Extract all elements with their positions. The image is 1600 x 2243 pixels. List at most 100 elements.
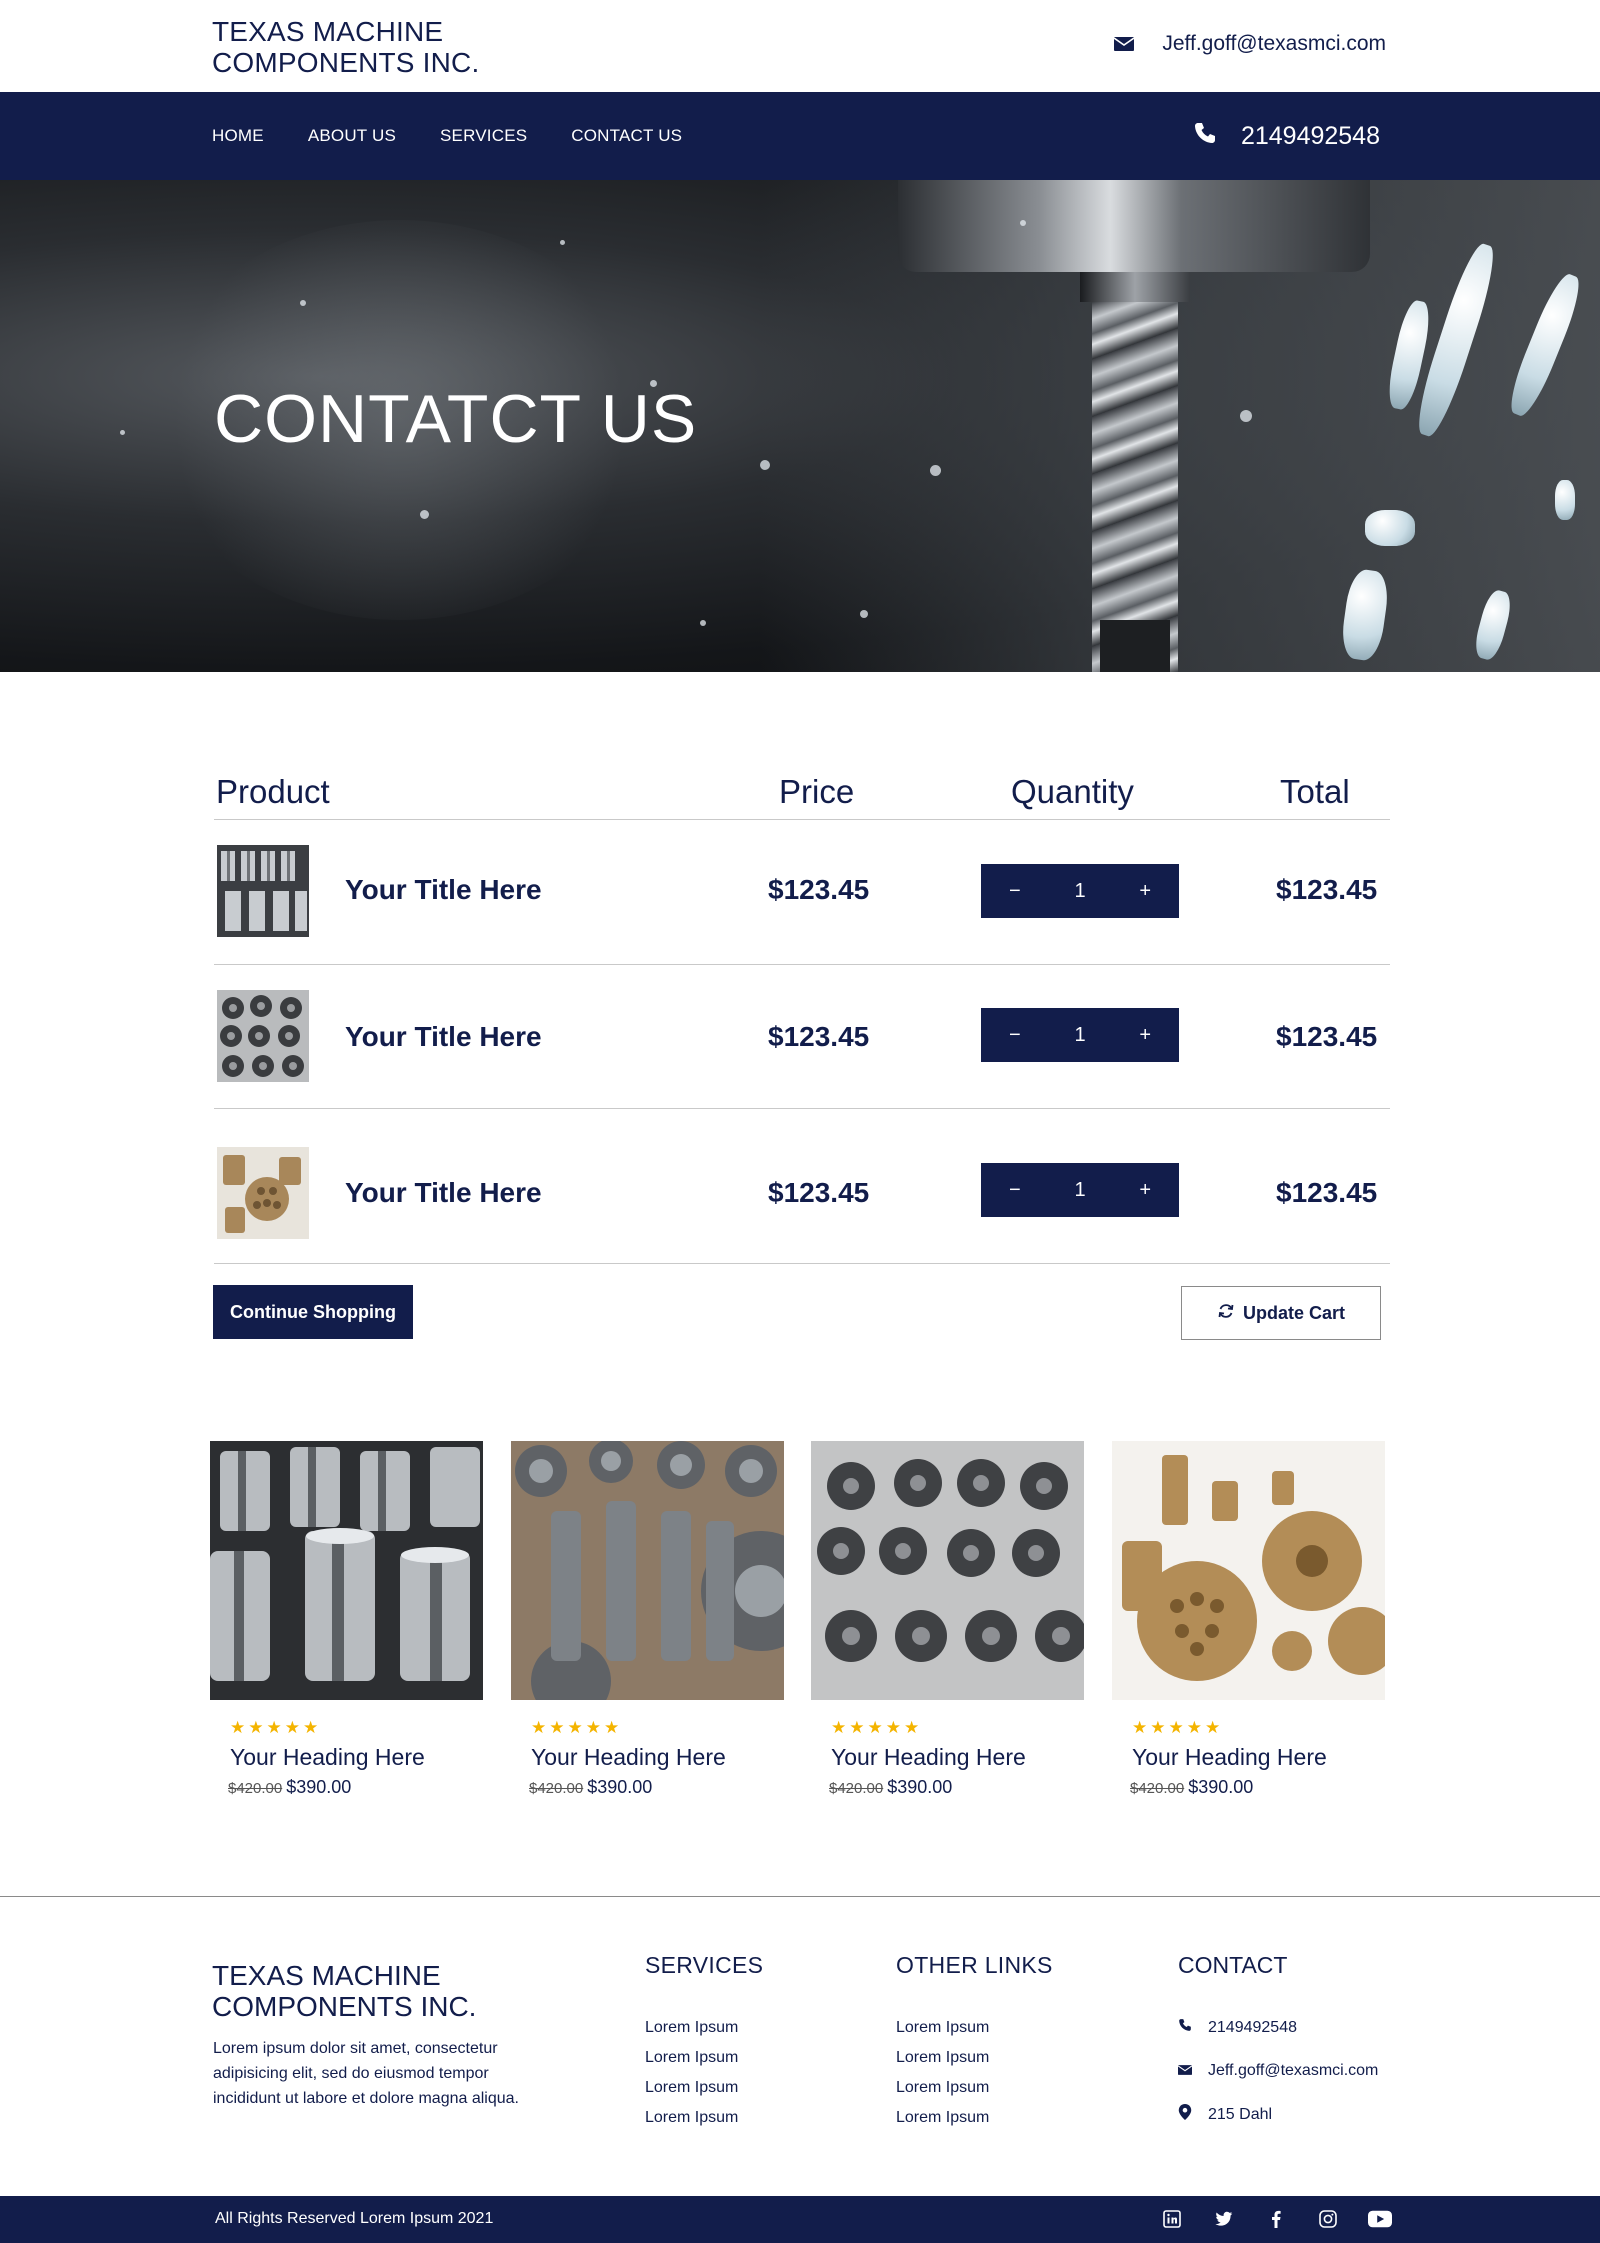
- footer-other-links-title: OTHER LINKS: [896, 1952, 1053, 1978]
- nav-services[interactable]: SERVICES: [440, 126, 527, 146]
- old-price: $420.00: [1130, 1780, 1185, 1797]
- footer-contact: CONTACT 2149492548 Jeff.goff@texasmci.co…: [1177, 1952, 1378, 2123]
- product-card[interactable]: ★★★★★ Your Heading Here $420.00 $390.00: [811, 1441, 1084, 1798]
- quantity-value[interactable]: 1: [1074, 880, 1085, 903]
- product-heading[interactable]: Your Heading Here: [230, 1744, 483, 1771]
- product-card[interactable]: ★★★★★ Your Heading Here $420.00 $390.00: [511, 1441, 784, 1798]
- increase-button[interactable]: +: [1139, 1179, 1151, 1202]
- brand-line-1: TEXAS MACHINE: [212, 16, 444, 47]
- nav-phone-number: 2149492548: [1240, 121, 1380, 150]
- product-thumbnail[interactable]: [217, 845, 309, 937]
- footer-phone[interactable]: 2149492548: [1178, 2018, 1297, 2037]
- footer-brand[interactable]: TEXAS MACHINE COMPONENTS INC.: [212, 1960, 476, 2022]
- spindle-collar: [1080, 272, 1190, 302]
- mail-icon: [1114, 37, 1135, 51]
- cart-item-total: $123.45: [1276, 1177, 1378, 1208]
- brand-logo[interactable]: TEXAS MACHINE COMPONENTS INC.: [212, 16, 479, 78]
- footer-other-link[interactable]: Lorem Ipsum: [896, 2073, 1053, 2103]
- product-card[interactable]: ★★★★★ Your Heading Here $420.00 $390.00: [1112, 1441, 1385, 1798]
- footer-other-link[interactable]: Lorem Ipsum: [896, 2013, 1053, 2043]
- header-total: Total: [1280, 773, 1350, 810]
- cart-row: Your Title Here $123.45 − 1 + $123.45: [214, 1109, 1390, 1264]
- rating-stars: ★★★★★: [831, 1718, 923, 1737]
- facebook-icon[interactable]: [1264, 2207, 1288, 2231]
- product-heading[interactable]: Your Heading Here: [831, 1744, 1084, 1771]
- footer-contact-title: CONTACT: [1178, 1952, 1288, 1978]
- product-thumbnail[interactable]: [217, 990, 309, 1082]
- nav-home[interactable]: HOME: [212, 126, 264, 146]
- increase-button[interactable]: +: [1139, 1024, 1151, 1047]
- footer-other-links: OTHER LINKS Lorem Ipsum Lorem Ipsum Lore…: [896, 1952, 1053, 2133]
- product-heading[interactable]: Your Heading Here: [531, 1744, 784, 1771]
- cart-item-price: $123.45: [768, 874, 870, 905]
- map-pin-icon: [1178, 2104, 1192, 2125]
- spark: [420, 510, 429, 519]
- header-price: Price: [779, 773, 855, 810]
- sale-price: $390.00: [587, 1777, 653, 1797]
- cart-item-title[interactable]: Your Title Here: [345, 1021, 542, 1053]
- product-image[interactable]: [210, 1441, 483, 1700]
- spark: [1020, 220, 1026, 226]
- nav-contact-us[interactable]: CONTACT US: [571, 126, 682, 146]
- decrease-button[interactable]: −: [1009, 880, 1021, 903]
- footer-other-link[interactable]: Lorem Ipsum: [896, 2103, 1053, 2133]
- product-image[interactable]: [1112, 1441, 1385, 1700]
- twitter-icon[interactable]: [1212, 2207, 1236, 2231]
- cart-header-row: Product Price Quantity Total: [214, 760, 1390, 820]
- footer-brand-line-2: COMPONENTS INC.: [212, 1991, 477, 2022]
- brand-line-2: COMPONENTS INC.: [212, 47, 480, 78]
- continue-shopping-button[interactable]: Continue Shopping: [213, 1285, 413, 1339]
- spark: [700, 620, 706, 626]
- cart-item-title[interactable]: Your Title Here: [345, 1177, 542, 1209]
- spark: [120, 430, 125, 435]
- phone-icon: [1193, 121, 1217, 152]
- quantity-value[interactable]: 1: [1074, 1024, 1085, 1047]
- machine-spindle-image: [898, 180, 1370, 272]
- copyright-text: All Rights Reserved Lorem Ipsum 2021: [215, 2210, 494, 2227]
- footer-email-text: Jeff.goff@texasmci.com: [1208, 2062, 1379, 2079]
- cart-item-title[interactable]: Your Title Here: [345, 874, 542, 906]
- quantity-stepper: − 1 +: [981, 1163, 1179, 1217]
- linkedin-icon[interactable]: [1160, 2207, 1184, 2231]
- footer-services-link[interactable]: Lorem Ipsum: [645, 2043, 763, 2073]
- cart-item-total: $123.45: [1276, 874, 1378, 905]
- drill-bit-image: [1092, 302, 1178, 672]
- sale-price: $390.00: [286, 1777, 352, 1797]
- rating-stars: ★★★★★: [531, 1718, 623, 1737]
- footer-services-link[interactable]: Lorem Ipsum: [645, 2013, 763, 2043]
- spark: [860, 610, 868, 618]
- product-image[interactable]: [811, 1441, 1084, 1700]
- cart-item-total: $123.45: [1276, 1021, 1378, 1052]
- footer-services-link[interactable]: Lorem Ipsum: [645, 2073, 763, 2103]
- header-email[interactable]: Jeff.goff@texasmci.com: [1114, 32, 1386, 56]
- update-cart-label: Update Cart: [1242, 1302, 1345, 1323]
- footer-services-link[interactable]: Lorem Ipsum: [645, 2103, 763, 2133]
- product-price: $420.00 $390.00: [529, 1777, 784, 1798]
- quantity-stepper: − 1 +: [981, 864, 1179, 918]
- update-cart-button[interactable]: Update Cart: [1181, 1286, 1381, 1340]
- spark: [930, 465, 941, 476]
- decrease-button[interactable]: −: [1009, 1179, 1021, 1202]
- footer-divider: [0, 1896, 1600, 1897]
- nav-about-us[interactable]: ABOUT US: [308, 126, 396, 146]
- product-card[interactable]: ★★★★★ Your Heading Here $420.00 $390.00: [210, 1441, 483, 1798]
- nav-phone[interactable]: 2149492548: [1193, 92, 1380, 180]
- increase-button[interactable]: +: [1139, 880, 1151, 903]
- product-thumbnail[interactable]: [217, 1147, 309, 1239]
- product-heading[interactable]: Your Heading Here: [1132, 1744, 1385, 1771]
- old-price: $420.00: [228, 1780, 283, 1797]
- footer-services-title: SERVICES: [645, 1952, 764, 1978]
- footer-email[interactable]: Jeff.goff@texasmci.com: [1177, 2062, 1379, 2080]
- spark: [760, 460, 770, 470]
- product-image[interactable]: [511, 1441, 784, 1700]
- header-quantity: Quantity: [1011, 773, 1134, 810]
- footer-other-link[interactable]: Lorem Ipsum: [896, 2043, 1053, 2073]
- product-price: $420.00 $390.00: [1130, 1777, 1385, 1798]
- instagram-icon[interactable]: [1316, 2207, 1340, 2231]
- drill-tip: [1100, 620, 1170, 672]
- social-links: [1160, 2207, 1392, 2231]
- decrease-button[interactable]: −: [1009, 1024, 1021, 1047]
- quantity-value[interactable]: 1: [1074, 1179, 1085, 1202]
- youtube-icon[interactable]: [1368, 2207, 1392, 2231]
- footer-bottom-bar: All Rights Reserved Lorem Ipsum 2021: [0, 2196, 1600, 2243]
